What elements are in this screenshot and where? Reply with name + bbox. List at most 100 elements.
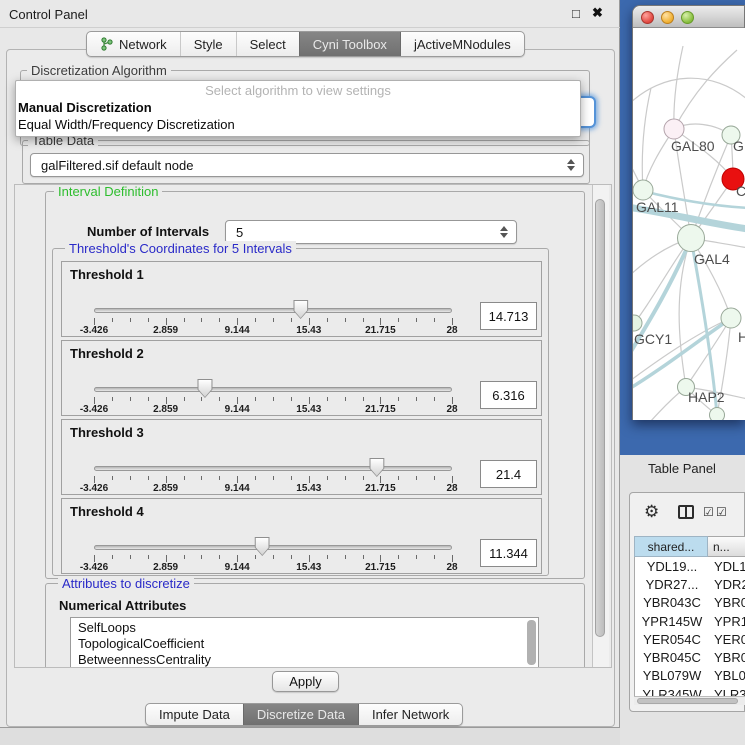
threshold-slider[interactable]: [94, 466, 452, 472]
numerical-attributes-label: Numerical Attributes: [59, 598, 186, 613]
split-columns-icon[interactable]: [678, 505, 694, 519]
settings-scrollbar-thumb[interactable]: [595, 199, 605, 637]
window-close-light[interactable]: [641, 11, 654, 24]
tab-style[interactable]: Style: [180, 32, 236, 56]
cell-name: YBR0: [709, 650, 745, 665]
node-right-mid[interactable]: [721, 308, 741, 328]
cell-shared-name: YER054C: [635, 632, 709, 647]
node-table-rows: YDL19...YDL1YDR27...YDR2YBR043CYBR0YPR14…: [634, 557, 745, 696]
table-hscrollbar[interactable]: [634, 696, 745, 705]
cell-shared-name: YBR043C: [635, 595, 709, 610]
table-panel-title: Table Panel: [648, 461, 716, 476]
network-canvas[interactable]: GAL80 G C GAL11 GAL4 GCY1 H HAP2: [633, 28, 745, 420]
cell-shared-name: YLR345W: [635, 687, 709, 696]
table-data-value: galFiltered.sif default node: [41, 158, 193, 173]
slider-tick-labels: -3.4262.8599.14415.4321.71528: [94, 483, 452, 495]
attribute-list-item[interactable]: BetweennessCentrality: [71, 652, 538, 668]
cell-name: YER0: [709, 632, 745, 647]
threshold-label: Threshold 2: [70, 346, 144, 361]
desktop-strip: [0, 728, 620, 745]
slider-track[interactable]: [94, 545, 452, 550]
slider-thumb[interactable]: [255, 537, 270, 556]
tab-infer-network[interactable]: Infer Network: [358, 704, 462, 725]
number-of-intervals-value: 5: [236, 225, 243, 240]
threshold-value-field[interactable]: 6.316: [480, 381, 537, 409]
checkbox-icon[interactable]: ☑: [703, 505, 714, 519]
table-row[interactable]: YBL079WYBL0: [635, 667, 745, 685]
tab-cyni-toolbox[interactable]: Cyni Toolbox: [299, 32, 400, 56]
threshold-slider[interactable]: [94, 387, 452, 393]
dropdown-option-equal-width[interactable]: Equal Width/Frequency Discretization: [16, 116, 580, 133]
cell-shared-name: YDL19...: [635, 559, 709, 574]
threshold-panel: Threshold 4 -3.4262.8599.14415.4321.7152…: [61, 498, 542, 574]
slider-track[interactable]: [94, 466, 452, 471]
number-of-intervals-label: Number of Intervals: [87, 224, 209, 239]
network-window-titlebar[interactable]: [633, 6, 744, 28]
threshold-label: Threshold 3: [70, 425, 144, 440]
node-gal11[interactable]: [633, 180, 653, 200]
checkbox-icon[interactable]: ☑: [716, 505, 727, 519]
slider-thumb[interactable]: [293, 300, 308, 319]
slider-track[interactable]: [94, 387, 452, 392]
cell-name: YDR2: [709, 577, 745, 592]
list-scrollbar[interactable]: [527, 620, 536, 665]
label-g-cut: G: [733, 138, 744, 154]
slider-thumb[interactable]: [197, 379, 212, 398]
node-gal4[interactable]: [678, 225, 705, 252]
threshold-slider[interactable]: [94, 308, 452, 314]
attribute-list-item[interactable]: TopologicalCoefficient: [71, 636, 538, 652]
cell-name: YDL1: [709, 559, 745, 574]
threshold-value-field[interactable]: 14.713: [480, 302, 537, 330]
table-row[interactable]: YBR045CYBR0: [635, 648, 745, 666]
tab-network[interactable]: Network: [87, 32, 180, 56]
threshold-value-field[interactable]: 11.344: [480, 539, 537, 567]
attribute-list-item[interactable]: SelfLoops: [71, 620, 538, 636]
threshold-list: Threshold 1 -3.4262.8599.14415.4321.7152…: [61, 261, 542, 574]
discretization-group-title: Discretization Algorithm: [27, 63, 171, 78]
table-panel-inner: ⚙ ☑ ☑ shared... n... YDL19...YDL1YDR27..…: [629, 492, 745, 712]
apply-button[interactable]: Apply: [272, 671, 339, 692]
label-gcy1: GCY1: [634, 331, 672, 347]
slider-tick-labels: -3.4262.8599.14415.4321.71528: [94, 325, 452, 337]
float-window-icon[interactable]: □: [572, 6, 580, 21]
table-row[interactable]: YPR145WYPR1: [635, 612, 745, 630]
threshold-label: Threshold 1: [70, 267, 144, 282]
tab-impute-data[interactable]: Impute Data: [146, 704, 243, 725]
table-row[interactable]: YBR043CYBR0: [635, 594, 745, 612]
dropdown-hint: Select algorithm to view settings: [16, 81, 580, 99]
close-icon[interactable]: ✖: [592, 5, 603, 21]
column-header-name[interactable]: n...: [708, 536, 745, 557]
interval-definition-title: Interval Definition: [54, 184, 162, 199]
cyni-mode-tabs: Impute Data Discretize Data Infer Networ…: [145, 703, 463, 726]
threshold-slider[interactable]: [94, 545, 452, 551]
node-attribute-table: shared... n... YDL19...YDL1YDR27...YDR2Y…: [634, 536, 745, 696]
window-zoom-light[interactable]: [681, 11, 694, 24]
network-view-window: GAL80 G C GAL11 GAL4 GCY1 H HAP2: [632, 5, 745, 420]
node-gcy1[interactable]: [633, 315, 642, 331]
slider-track[interactable]: [94, 308, 452, 313]
dropdown-option-manual[interactable]: Manual Discretization: [16, 99, 580, 116]
table-row[interactable]: YDR27...YDR2: [635, 575, 745, 593]
node-gal80[interactable]: [664, 119, 684, 139]
table-hscrollbar-thumb[interactable]: [637, 698, 738, 704]
label-gal4: GAL4: [694, 251, 730, 267]
node-bottom[interactable]: [710, 408, 725, 421]
network-tree-icon: [100, 37, 113, 51]
attributes-group-title: Attributes to discretize: [58, 576, 194, 591]
table-row[interactable]: YER054CYER0: [635, 630, 745, 648]
gear-icon[interactable]: ⚙: [644, 502, 659, 522]
attributes-group: Attributes to discretize Numerical Attri…: [45, 583, 585, 668]
cell-name: YBR0: [709, 595, 745, 610]
column-header-shared-name[interactable]: shared...: [634, 536, 708, 557]
table-row[interactable]: YDL19...YDL1: [635, 557, 745, 575]
network-graph: GAL80 G C GAL11 GAL4 GCY1 H HAP2: [633, 28, 745, 420]
tab-select[interactable]: Select: [236, 32, 299, 56]
label-hap2: HAP2: [688, 389, 725, 405]
slider-thumb[interactable]: [369, 458, 384, 477]
tab-discretize-data[interactable]: Discretize Data: [243, 704, 358, 725]
window-minimize-light[interactable]: [661, 11, 674, 24]
threshold-value-field[interactable]: 21.4: [480, 460, 537, 488]
table-data-combobox[interactable]: galFiltered.sif default node: [30, 153, 584, 177]
tab-jactivemnodules[interactable]: jActiveMNodules: [400, 32, 524, 56]
table-row[interactable]: YLR345WYLR3: [635, 685, 745, 696]
